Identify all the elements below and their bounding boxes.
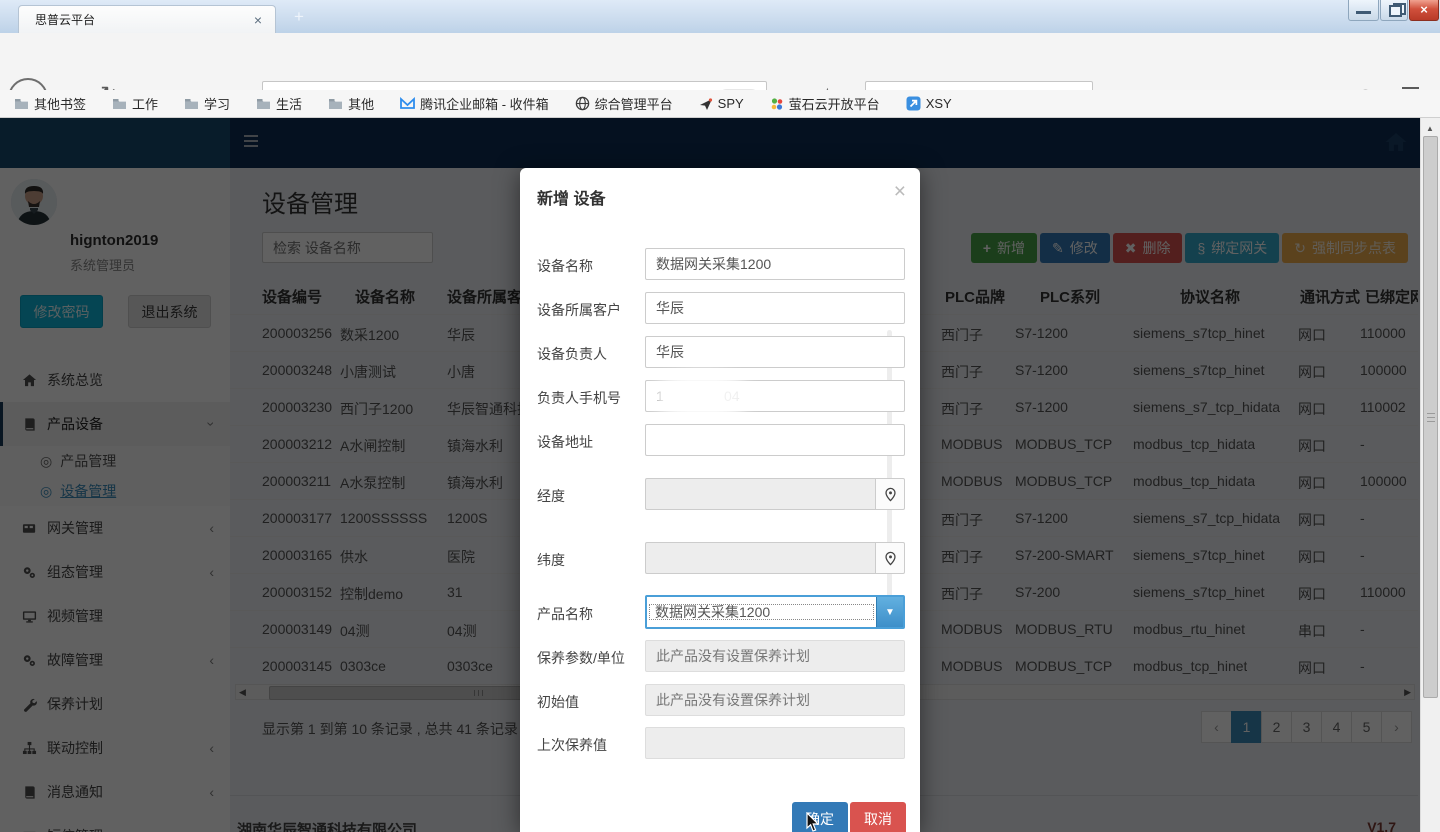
device-address-input[interactable] <box>645 424 905 456</box>
window-close-button[interactable]: × <box>1409 0 1439 21</box>
browser-toolbar: ← → ↻ °≡ iot. idosp.net /admin/index.htm… <box>0 33 1440 91</box>
latitude-pick-button[interactable] <box>875 542 905 574</box>
web-page: hignton2019 系统管理员 修改密码 退出系统 系统总览 产品设备 › … <box>0 118 1420 832</box>
last-maintenance-input <box>645 727 905 759</box>
globe-icon <box>575 96 590 111</box>
longitude-input <box>645 478 875 510</box>
bookmark-folder-other[interactable]: 其他书签 <box>14 94 86 113</box>
modal-close-icon[interactable]: × <box>894 180 906 204</box>
bookmark-spy[interactable]: SPY <box>699 96 744 111</box>
bookmark-xsy[interactable]: XSY <box>906 96 952 111</box>
tencent-mail-icon <box>400 97 415 110</box>
field-label: 设备所属客户 <box>537 300 621 320</box>
bookmark-ezviz[interactable]: 萤石云开放平台 <box>770 94 880 113</box>
map-pin-icon <box>884 551 897 566</box>
maintenance-param-input <box>645 640 905 672</box>
device-customer-input[interactable] <box>645 292 905 324</box>
browser-tab[interactable]: 思普云平台 × <box>18 5 276 33</box>
field-label: 产品名称 <box>537 604 593 624</box>
select-caret-icon[interactable]: ▼ <box>876 597 903 627</box>
cancel-button[interactable]: 取消 <box>850 802 906 832</box>
modal-title: 新增 设备 <box>537 185 605 209</box>
spy-icon <box>699 97 713 111</box>
vertical-scrollbar[interactable]: ▲ <box>1420 118 1440 832</box>
window-minimize-button[interactable] <box>1348 0 1379 21</box>
device-name-input[interactable] <box>645 248 905 280</box>
bookmark-mgmt-platform[interactable]: 综合管理平台 <box>575 94 673 113</box>
field-label: 设备名称 <box>537 256 593 276</box>
field-label: 经度 <box>537 486 565 506</box>
bookmark-folder-work[interactable]: 工作 <box>112 94 158 113</box>
mouse-cursor <box>806 812 823 832</box>
bookmark-folder-life[interactable]: 生活 <box>256 94 302 113</box>
modal-scroll-hint[interactable] <box>887 330 892 620</box>
privacy-blur <box>652 371 752 421</box>
tab-close-icon[interactable]: × <box>249 12 267 28</box>
device-owner-input[interactable] <box>645 336 905 368</box>
bookmark-folder-study[interactable]: 学习 <box>184 94 230 113</box>
scroll-up-icon[interactable]: ▲ <box>1426 124 1434 133</box>
map-pin-icon <box>884 487 897 502</box>
field-label: 初始值 <box>537 692 579 712</box>
field-label: 设备地址 <box>537 432 593 452</box>
longitude-pick-button[interactable] <box>875 478 905 510</box>
xsy-icon <box>906 96 921 111</box>
field-label: 负责人手机号 <box>537 388 621 408</box>
add-device-modal: 新增 设备 × 设备名称 设备所属客户 设备负责人 负责人手机号 1 04 设备… <box>520 168 920 832</box>
product-name-select[interactable]: 数据网关采集1200 ▼ <box>645 595 905 629</box>
field-label: 纬度 <box>537 550 565 570</box>
field-label: 保养参数/单位 <box>537 648 625 668</box>
field-label: 上次保养值 <box>537 735 607 755</box>
owner-phone-input[interactable]: 1 04 <box>645 380 905 412</box>
latitude-input <box>645 542 875 574</box>
folder-icon <box>14 98 29 110</box>
bookmark-folder-misc[interactable]: 其他 <box>328 94 374 113</box>
bookmark-tencent-mail[interactable]: 腾讯企业邮箱 - 收件箱 <box>400 94 549 113</box>
ezviz-icon <box>770 97 784 111</box>
window-titlebar: 思普云平台 × + × <box>0 0 1440 34</box>
new-tab-button[interactable]: + <box>286 8 312 28</box>
window-restore-button[interactable] <box>1380 0 1408 21</box>
field-label: 设备负责人 <box>537 344 607 364</box>
tab-title: 思普云平台 <box>35 11 249 28</box>
bookmarks-bar: 其他书签 工作 学习 生活 其他 腾讯企业邮箱 - 收件箱 综合管理平台 SPY… <box>0 90 1440 118</box>
vertical-scroll-thumb[interactable] <box>1423 136 1438 698</box>
initial-value-input <box>645 684 905 716</box>
